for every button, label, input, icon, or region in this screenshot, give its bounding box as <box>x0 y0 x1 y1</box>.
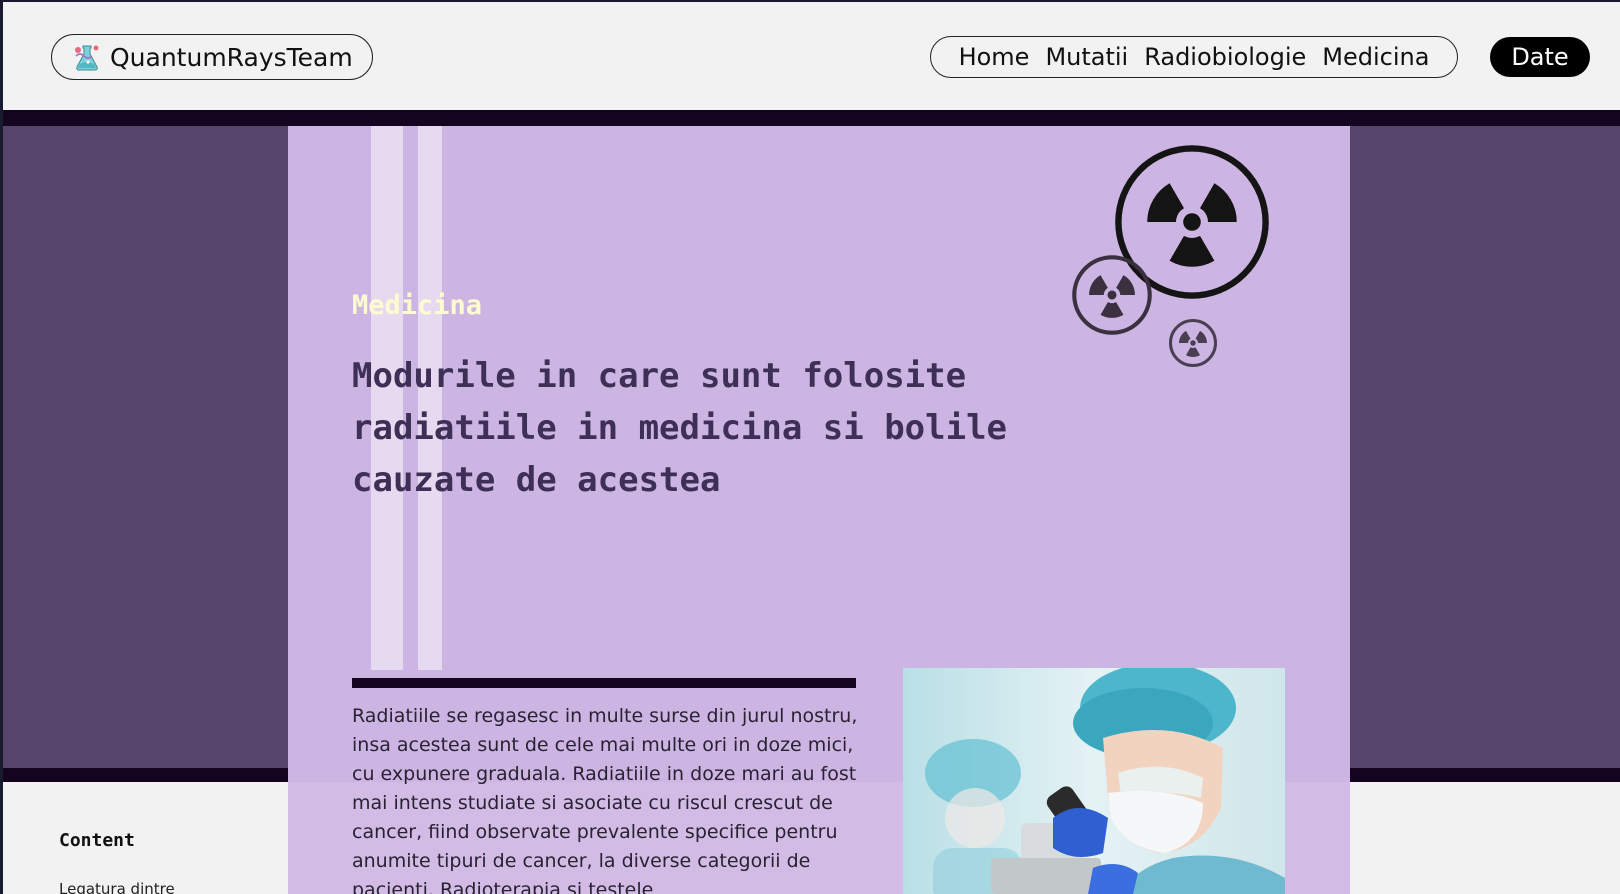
section-eyebrow: Medicina <box>352 290 483 321</box>
date-button[interactable]: Date <box>1490 37 1590 77</box>
radiation-icon <box>1072 255 1152 335</box>
site-header: QuantumRaysTeam Home Mutatii Radiobiolog… <box>3 2 1620 110</box>
section-divider <box>352 678 856 688</box>
window-left-border <box>0 0 3 894</box>
brand-name: QuantumRaysTeam <box>110 42 353 72</box>
window-top-border <box>0 0 1620 2</box>
researcher-photo-illustration <box>903 668 1285 894</box>
researcher-microscope-image <box>903 668 1285 894</box>
sidebar-heading: Content <box>59 830 135 851</box>
intro-paragraph: Radiatiile se regasesc in multe surse di… <box>352 705 858 894</box>
sidebar-item-link[interactable]: Legatura dintre <box>59 880 175 894</box>
nav-medicina-link[interactable]: Medicina <box>1322 43 1429 71</box>
main-nav: Home Mutatii Radiobiologie Medicina <box>930 36 1458 78</box>
dna-flask-icon <box>75 45 99 71</box>
nav-mutatii-link[interactable]: Mutatii <box>1045 43 1128 71</box>
page-title: Modurile in care sunt folosite radiatiil… <box>352 356 1008 500</box>
hero-panel: Medicina Modurile in care sunt folosite … <box>288 126 1350 894</box>
nav-home-link[interactable]: Home <box>959 43 1030 71</box>
brand-logo-link[interactable]: QuantumRaysTeam <box>51 34 373 80</box>
nav-radiobiologie-link[interactable]: Radiobiologie <box>1144 43 1306 71</box>
radiation-icon <box>1169 319 1217 367</box>
hero-top-band <box>3 110 1620 126</box>
